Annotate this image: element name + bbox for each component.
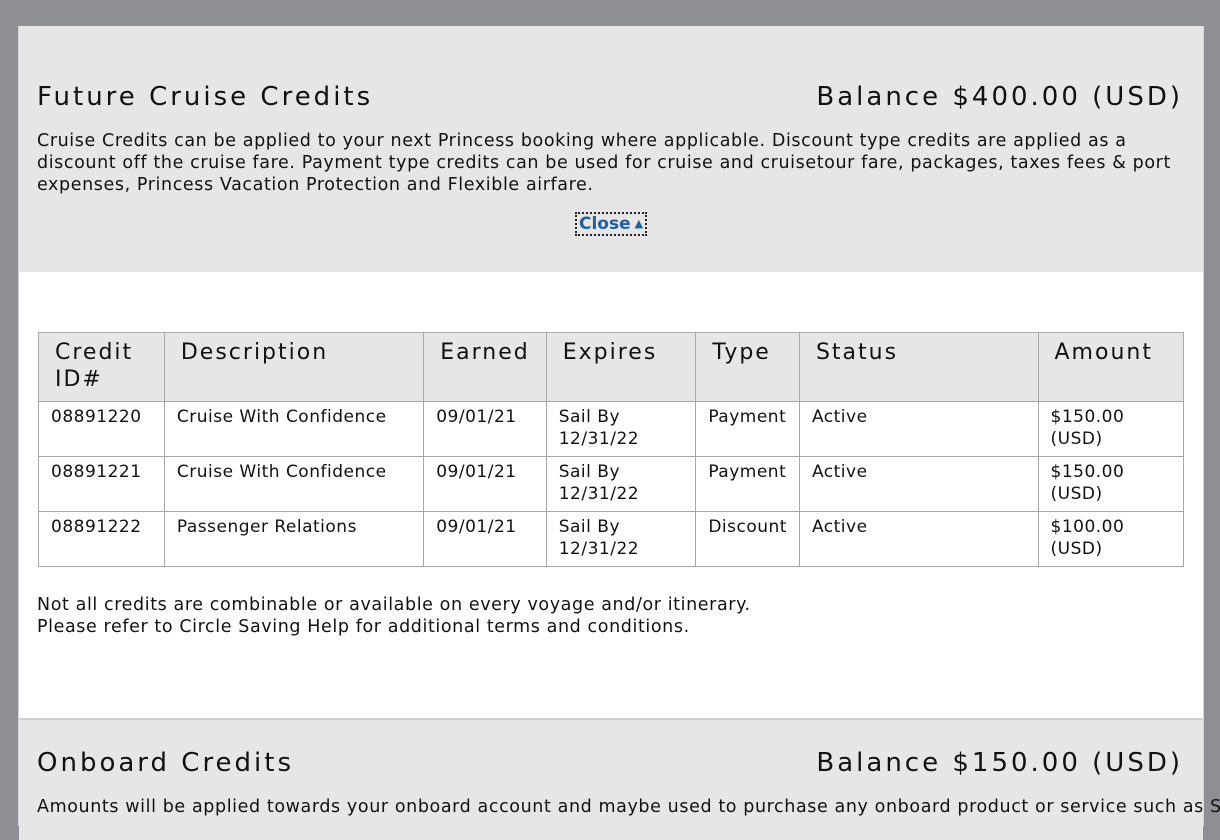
credit-id-cell: 08891220: [38, 401, 165, 457]
onboard-credits-header: Onboard Credits Balance $150.00 (USD) Am…: [19, 718, 1220, 840]
future-credits-description: Cruise Credits can be applied to your ne…: [37, 131, 1171, 195]
column-header-credit-id: Credit ID#: [38, 332, 165, 402]
status-cell: Active: [798, 456, 1039, 512]
credit-id-cell: 08891222: [38, 511, 165, 567]
onboard-credits-title: Onboard Credits: [37, 748, 295, 778]
credits-note: Not all credits are combinable or availa…: [37, 594, 751, 638]
table-row: 08891220 Cruise With Confidence 09/01/21…: [38, 401, 1184, 457]
earned-cell: 09/01/21: [423, 401, 547, 457]
column-header-expires: Expires: [545, 332, 697, 402]
column-header-earned: Earned: [423, 332, 547, 402]
future-credits-title: Future Cruise Credits: [37, 82, 374, 112]
onboard-credits-balance: Balance $150.00 (USD): [816, 748, 1183, 778]
amount-cell: $150.00 (USD): [1037, 456, 1184, 512]
type-cell: Payment: [695, 456, 800, 512]
credit-id-cell: 08891221: [38, 456, 165, 512]
description-cell: Cruise With Confidence: [163, 456, 425, 512]
note-line-1: Not all credits are combinable or availa…: [37, 595, 751, 615]
earned-cell: 09/01/21: [423, 511, 547, 567]
column-header-amount: Amount: [1037, 332, 1184, 402]
expires-cell: Sail By 12/31/22: [545, 401, 697, 457]
status-cell: Active: [798, 401, 1039, 457]
close-button[interactable]: Close ▲: [575, 212, 648, 236]
amount-cell: $100.00 (USD): [1037, 511, 1184, 567]
expires-cell: Sail By 12/31/22: [545, 456, 697, 512]
future-credits-balance: Balance $400.00 (USD): [816, 82, 1183, 112]
expires-cell: Sail By 12/31/22: [545, 511, 697, 567]
credits-table: Credit ID# Description Earned Expires Ty…: [38, 332, 1184, 567]
earned-cell: 09/01/21: [423, 456, 547, 512]
column-header-description: Description: [163, 332, 425, 402]
description-cell: Passenger Relations: [163, 511, 425, 567]
note-line-2: Please refer to Circle Saving Help for a…: [37, 617, 690, 637]
status-cell: Active: [798, 511, 1039, 567]
onboard-credits-description: Amounts will be applied towards your onb…: [37, 797, 1220, 817]
description-cell: Cruise With Confidence: [163, 401, 425, 457]
column-header-status: Status: [798, 332, 1039, 402]
amount-cell: $150.00 (USD): [1037, 401, 1184, 457]
column-header-type: Type: [695, 332, 800, 402]
table-row: 08891221 Cruise With Confidence 09/01/21…: [38, 456, 1184, 512]
future-credits-header: Future Cruise Credits Balance $400.00 (U…: [19, 26, 1203, 272]
type-cell: Payment: [695, 401, 800, 457]
caret-up-icon: ▲: [634, 217, 644, 230]
table-row: 08891222 Passenger Relations 09/01/21 Sa…: [38, 511, 1184, 567]
close-label: Close: [579, 214, 631, 234]
credits-panel: Future Cruise Credits Balance $400.00 (U…: [18, 26, 1220, 840]
type-cell: Discount: [695, 511, 800, 567]
table-header-row: Credit ID# Description Earned Expires Ty…: [38, 332, 1184, 402]
